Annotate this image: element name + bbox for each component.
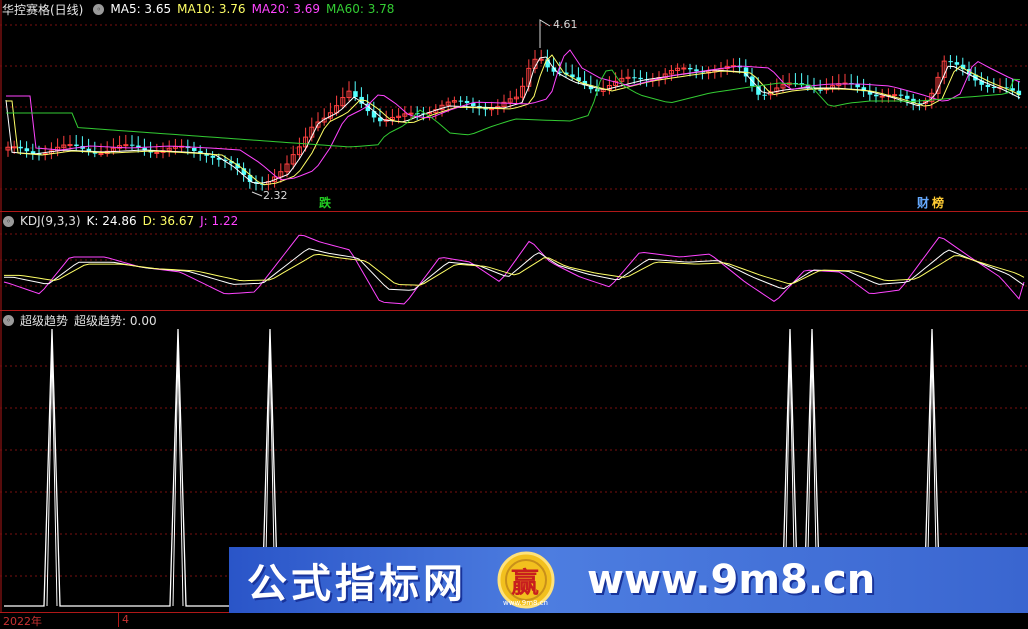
candle-body-down bbox=[818, 89, 823, 91]
candle-body-down bbox=[353, 91, 358, 97]
kdj-k-readout: K: 24.86 bbox=[86, 214, 137, 228]
kdj-j-line bbox=[3, 234, 1025, 305]
event-tag-cai[interactable]: 财 bbox=[916, 194, 930, 211]
candle-body-down bbox=[762, 94, 767, 96]
collapse-circle-icon[interactable]: ◦ bbox=[3, 215, 14, 227]
time-axis: 2022年 4 bbox=[0, 612, 1028, 628]
candle-body-up bbox=[879, 95, 885, 98]
trend-spike bbox=[46, 350, 58, 607]
ma10-readout: MA10: 3.76 bbox=[177, 2, 246, 16]
candle-body-up bbox=[123, 144, 129, 147]
kdj-pane-header: ◦ KDJ(9,3,3) K: 24.86 D: 36.67 J: 1.22 bbox=[0, 212, 244, 230]
candle-body-down bbox=[192, 147, 197, 151]
trend-title: 超级趋势 bbox=[20, 313, 69, 328]
high-marker bbox=[539, 19, 551, 48]
candle-body-up bbox=[11, 146, 17, 149]
kdj-j-readout: J: 1.22 bbox=[200, 214, 239, 228]
candle-body-up bbox=[67, 144, 73, 147]
time-axis-month: 4 bbox=[122, 613, 129, 626]
kdj-pane[interactable]: ◦ KDJ(9,3,3) K: 24.86 D: 36.67 J: 1.22 bbox=[0, 212, 1028, 311]
stock-title: 华控赛格(日线) bbox=[2, 2, 84, 17]
watermark-banner: 公式指标网 赢 www.9m8.cn www.9m8.cn bbox=[229, 547, 1028, 613]
watermark-logo-sub: www.9m8.cn bbox=[503, 599, 548, 607]
candle-body-down bbox=[694, 69, 699, 72]
watermark-url: www.9m8.cn bbox=[587, 557, 876, 603]
candle-body-down bbox=[18, 146, 23, 149]
candle-body-up bbox=[154, 151, 160, 154]
candle-body-down bbox=[632, 77, 637, 79]
candle-body-down bbox=[985, 84, 991, 88]
candle-body-up bbox=[408, 112, 414, 115]
candle-body-down bbox=[898, 94, 904, 96]
price-pane[interactable]: 华控赛格(日线) ◦ MA5: 3.65 MA10: 3.76 MA20: 3.… bbox=[0, 0, 1028, 212]
candle-body-down bbox=[210, 155, 216, 158]
candle-body-down bbox=[688, 67, 693, 70]
trend-value-readout: 超级趋势: 0.00 bbox=[74, 313, 157, 328]
kdj-d-readout: D: 36.67 bbox=[142, 214, 195, 228]
kdj-d-line bbox=[4, 253, 1025, 286]
candle-body-down bbox=[954, 62, 960, 65]
ma20-line bbox=[6, 49, 1021, 181]
watermark-logo-icon: 赢 www.9m8.cn bbox=[491, 549, 561, 611]
candle-body-down bbox=[464, 100, 470, 104]
price-chart[interactable] bbox=[0, 0, 1028, 211]
price-pane-header: 华控赛格(日线) ◦ MA5: 3.65 MA10: 3.76 MA20: 3.… bbox=[0, 0, 400, 18]
ma60-readout: MA60: 3.78 bbox=[326, 2, 395, 16]
candle-body-down bbox=[874, 94, 879, 97]
candle-body-down bbox=[458, 100, 464, 102]
kdj-title: KDJ(9,3,3) bbox=[20, 214, 81, 228]
low-marker bbox=[251, 191, 263, 197]
high-annotation: 4.61 bbox=[553, 18, 578, 31]
watermark-text: 公式指标网 bbox=[247, 561, 467, 607]
candle-body-up bbox=[892, 94, 898, 97]
trend-spike bbox=[172, 350, 184, 607]
low-annotation: 2.32 bbox=[263, 189, 288, 202]
candle-body-down bbox=[638, 77, 643, 80]
candle-body-down bbox=[948, 61, 953, 63]
ma5-readout: MA5: 3.65 bbox=[110, 2, 172, 16]
collapse-circle-icon[interactable]: ◦ bbox=[3, 314, 14, 326]
candle-body-down bbox=[557, 71, 563, 73]
candle-body-down bbox=[24, 148, 30, 152]
ma20-readout: MA20: 3.69 bbox=[251, 2, 320, 16]
time-axis-tick bbox=[118, 613, 119, 627]
candle-body-down bbox=[905, 95, 910, 99]
candle-body-up bbox=[538, 58, 544, 61]
event-tag-bang[interactable]: 榜 bbox=[931, 194, 945, 211]
trend-pane-header: ◦ 超级趋势 超级趋势: 0.00 bbox=[0, 311, 163, 329]
watermark-logo-glyph: 赢 bbox=[511, 566, 540, 599]
candle-body-up bbox=[98, 153, 104, 156]
collapse-circle-icon[interactable]: ◦ bbox=[93, 3, 105, 15]
candle-body-up bbox=[681, 67, 687, 70]
event-tag-die[interactable]: 跌 bbox=[318, 194, 332, 211]
candle-body-down bbox=[130, 144, 135, 146]
candle-body-down bbox=[74, 144, 79, 146]
candle-body-down bbox=[855, 84, 860, 88]
